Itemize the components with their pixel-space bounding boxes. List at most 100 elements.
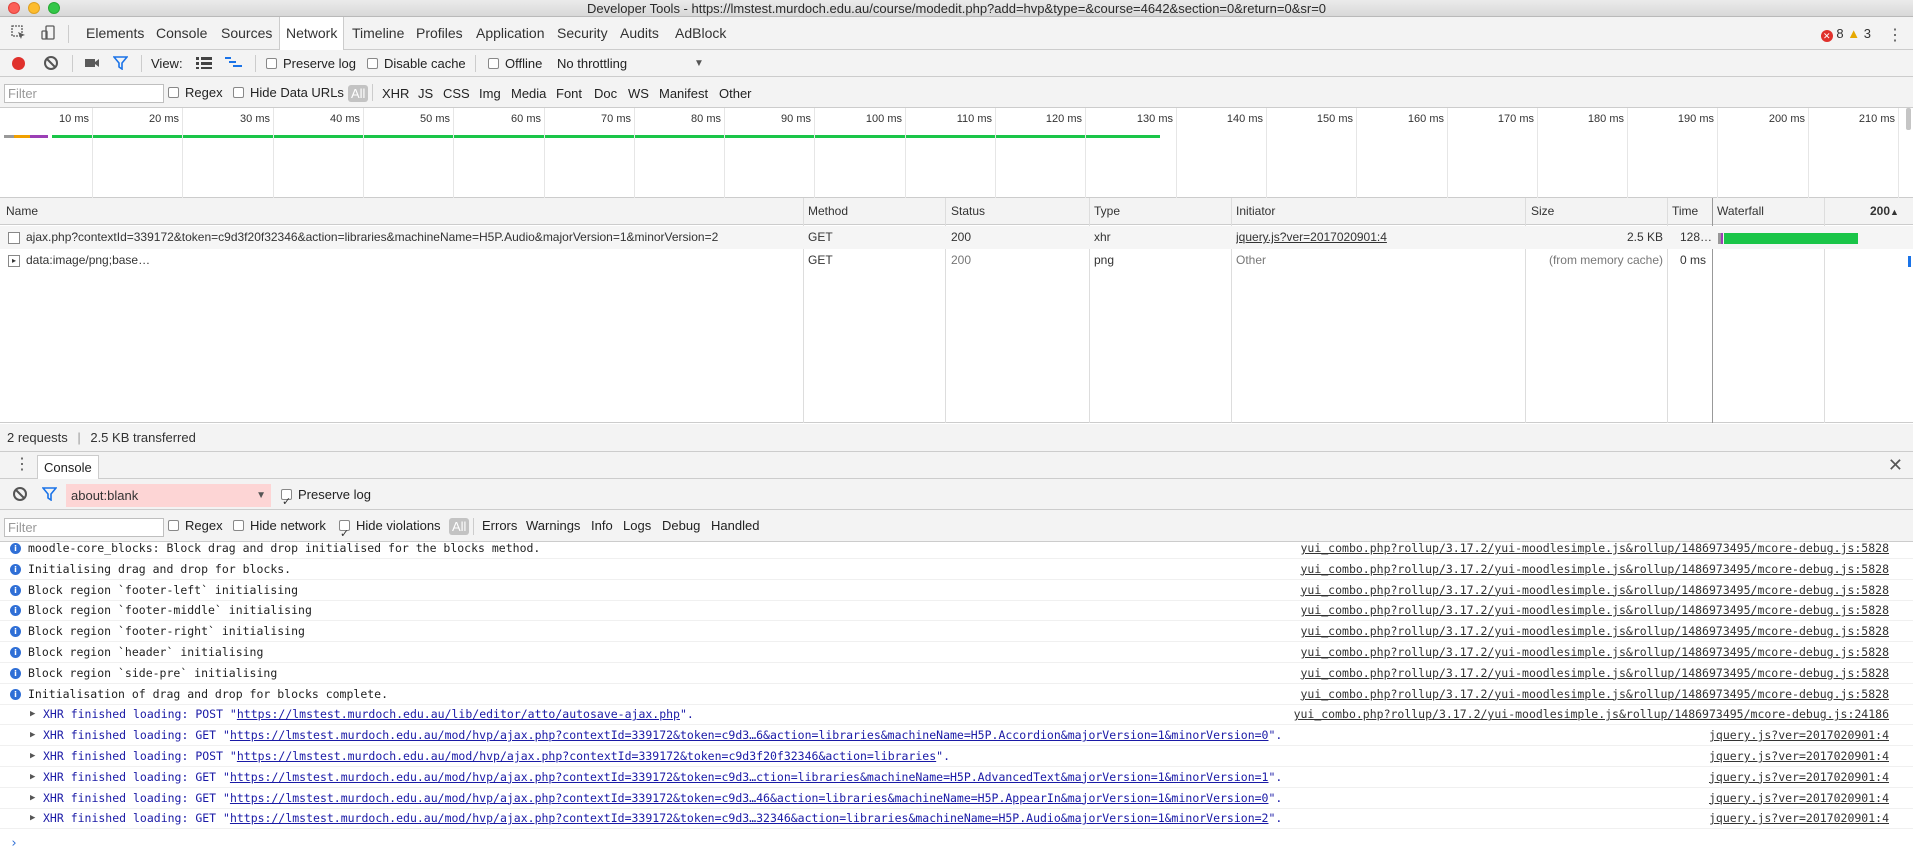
- console-message[interactable]: i Block region `header` initialising yui_c…: [0, 642, 1913, 663]
- tab-timeline[interactable]: Timeline: [346, 17, 410, 50]
- tab-sources[interactable]: Sources: [215, 17, 278, 50]
- drawer-menu-icon[interactable]: ⋮: [14, 455, 30, 475]
- message-url-link[interactable]: https://lmstest.murdoch.edu.au/mod/hvp/a…: [230, 770, 1269, 784]
- console-message[interactable]: ▶ XHR finished loading: GET "https://lmst…: [0, 725, 1913, 747]
- header-method[interactable]: Method: [808, 198, 848, 225]
- minimize-window-button[interactable]: [28, 2, 40, 14]
- clear-icon[interactable]: [44, 56, 58, 70]
- console-message[interactable]: i Block region `footer-middle` initialisi…: [0, 600, 1913, 622]
- issue-counter[interactable]: ✕ 8 ▲ 3: [1820, 26, 1871, 42]
- tab-network[interactable]: Network: [279, 17, 345, 51]
- console-message[interactable]: i Block region `side-pre` initialising yui…: [0, 663, 1913, 684]
- expand-arrow-icon[interactable]: ▶: [30, 788, 35, 808]
- console-regex-checkbox[interactable]: Regex: [168, 510, 223, 542]
- record-button[interactable]: [12, 57, 25, 70]
- hide-violations-checkbox[interactable]: Hide violations: [339, 510, 441, 550]
- table-row[interactable]: ajax.php?contextId=339172&token=c9d3f20f…: [0, 226, 1913, 249]
- message-url-link[interactable]: https://lmstest.murdoch.edu.au/mod/hvp/a…: [237, 749, 936, 763]
- message-source-link[interactable]: yui_combo.php?rollup/3.17.2/yui-moodlesi…: [1300, 559, 1889, 579]
- type-filter-doc[interactable]: Doc: [591, 85, 620, 102]
- message-source-link[interactable]: jquery.js?ver=2017020901:4: [1709, 746, 1889, 766]
- execution-context-select[interactable]: about:blank ▼: [66, 484, 271, 507]
- filter-icon[interactable]: [112, 56, 129, 73]
- hide-data-urls-checkbox[interactable]: Hide Data URLs: [233, 77, 344, 108]
- capture-screenshots-icon[interactable]: [84, 56, 100, 73]
- tab-application[interactable]: Application: [470, 17, 551, 50]
- clear-console-icon[interactable]: [13, 487, 27, 501]
- console-message[interactable]: i moodle-core_blocks: Block drag and drop…: [0, 542, 1913, 559]
- type-filter-xhr[interactable]: XHR: [379, 85, 412, 102]
- type-filter-ws[interactable]: WS: [625, 85, 652, 102]
- close-drawer-icon[interactable]: ✕: [1888, 454, 1903, 476]
- message-source-link[interactable]: jquery.js?ver=2017020901:4: [1709, 808, 1889, 828]
- message-source-link[interactable]: yui_combo.php?rollup/3.17.2/yui-moodlesi…: [1300, 580, 1889, 600]
- expand-arrow-icon[interactable]: ▶: [30, 725, 35, 745]
- type-filter-js[interactable]: JS: [415, 85, 436, 102]
- console-filter-icon[interactable]: [41, 487, 58, 504]
- console-message[interactable]: i Block region `footer-right` initialisin…: [0, 621, 1913, 643]
- table-row[interactable]: ▸ data:image/png;base… GET 200 png Other…: [0, 249, 1913, 272]
- type-filter-img[interactable]: Img: [476, 85, 504, 102]
- message-source-link[interactable]: yui_combo.php?rollup/3.17.2/yui-moodlesi…: [1300, 663, 1889, 683]
- level-filter-handled[interactable]: Handled: [711, 510, 759, 542]
- console-message[interactable]: ▶ XHR finished loading: GET "https://lmst…: [0, 808, 1913, 830]
- message-source-link[interactable]: yui_combo.php?rollup/3.17.2/yui-moodlesi…: [1300, 642, 1889, 662]
- disable-cache-checkbox[interactable]: Disable cache: [367, 50, 466, 77]
- regex-checkbox[interactable]: Regex: [168, 77, 223, 108]
- type-filter-font[interactable]: Font: [553, 85, 585, 102]
- message-source-link[interactable]: jquery.js?ver=2017020901:4: [1709, 725, 1889, 745]
- large-rows-icon[interactable]: [196, 57, 212, 71]
- maximize-window-button[interactable]: [48, 2, 60, 14]
- expand-arrow-icon[interactable]: ▶: [30, 704, 35, 724]
- message-url-link[interactable]: https://lmstest.murdoch.edu.au/mod/hvp/a…: [230, 811, 1269, 825]
- row-initiator-link[interactable]: jquery.js?ver=2017020901:4: [1236, 226, 1387, 249]
- tab-security[interactable]: Security: [551, 17, 614, 50]
- level-filter-all[interactable]: All: [449, 518, 470, 535]
- console-preserve-log-checkbox[interactable]: Preserve log: [281, 479, 371, 518]
- console-message[interactable]: ▶ XHR finished loading: GET "https://lmst…: [0, 767, 1913, 788]
- expand-arrow-icon[interactable]: ▶: [30, 767, 35, 787]
- offline-checkbox[interactable]: Offline: [488, 50, 542, 77]
- header-type[interactable]: Type: [1094, 198, 1120, 225]
- filter-input[interactable]: Filter: [4, 84, 164, 103]
- message-source-link[interactable]: yui_combo.php?rollup/3.17.2/yui-moodlesi…: [1300, 684, 1889, 704]
- tab-adblock[interactable]: AdBlock: [669, 17, 732, 50]
- type-filter-other[interactable]: Other: [716, 85, 755, 102]
- level-filter-errors[interactable]: Errors: [482, 510, 517, 542]
- level-filter-info[interactable]: Info: [591, 510, 613, 542]
- message-source-link[interactable]: jquery.js?ver=2017020901:4: [1709, 788, 1889, 808]
- tab-audits[interactable]: Audits: [614, 17, 665, 50]
- header-size[interactable]: Size: [1531, 198, 1554, 225]
- message-source-link[interactable]: yui_combo.php?rollup/3.17.2/yui-moodlesi…: [1300, 600, 1889, 620]
- console-message[interactable]: i Initialising drag and drop for blocks. y…: [0, 559, 1913, 580]
- console-message[interactable]: i Block region `footer-left` initialising…: [0, 580, 1913, 601]
- message-url-link[interactable]: https://lmstest.murdoch.edu.au/mod/hvp/a…: [230, 791, 1269, 805]
- console-filter-input[interactable]: Filter: [4, 518, 164, 537]
- type-filter-media[interactable]: Media: [508, 85, 549, 102]
- close-window-button[interactable]: [8, 2, 20, 14]
- type-filter-manifest[interactable]: Manifest: [656, 85, 711, 102]
- network-overview-timeline[interactable]: 10 ms 20 ms 30 ms 40 ms 50 ms 60 ms 70 ms 80 ms…: [0, 108, 1913, 198]
- message-url-link[interactable]: https://lmstest.murdoch.edu.au/mod/hvp/a…: [230, 728, 1269, 742]
- waterfall-scale[interactable]: 200▲: [1870, 198, 1899, 226]
- message-source-link[interactable]: yui_combo.php?rollup/3.17.2/yui-moodlesi…: [1294, 704, 1889, 724]
- drawer-tab-console[interactable]: Console: [37, 455, 99, 479]
- overview-waterfall-icon[interactable]: [225, 57, 243, 71]
- hide-network-checkbox[interactable]: Hide network: [233, 510, 326, 542]
- level-filter-debug[interactable]: Debug: [662, 510, 700, 542]
- level-filter-warnings[interactable]: Warnings: [526, 510, 580, 542]
- preserve-log-checkbox[interactable]: Preserve log: [266, 50, 356, 77]
- overview-scrollbar[interactable]: [1906, 108, 1911, 130]
- message-url-link[interactable]: https://lmstest.murdoch.edu.au/lib/edito…: [237, 707, 680, 721]
- expand-arrow-icon[interactable]: ▶: [30, 746, 35, 766]
- type-filter-all[interactable]: All: [348, 85, 369, 102]
- tab-elements[interactable]: Elements: [80, 17, 150, 50]
- level-filter-logs[interactable]: Logs: [623, 510, 651, 542]
- message-source-link[interactable]: yui_combo.php?rollup/3.17.2/yui-moodlesi…: [1300, 621, 1889, 641]
- header-initiator[interactable]: Initiator: [1236, 198, 1275, 225]
- header-status[interactable]: Status: [951, 198, 985, 225]
- header-name[interactable]: Name: [6, 198, 38, 225]
- message-source-link[interactable]: jquery.js?ver=2017020901:4: [1709, 767, 1889, 787]
- tab-profiles[interactable]: Profiles: [410, 17, 469, 50]
- more-options-icon[interactable]: ⋮: [1887, 25, 1903, 45]
